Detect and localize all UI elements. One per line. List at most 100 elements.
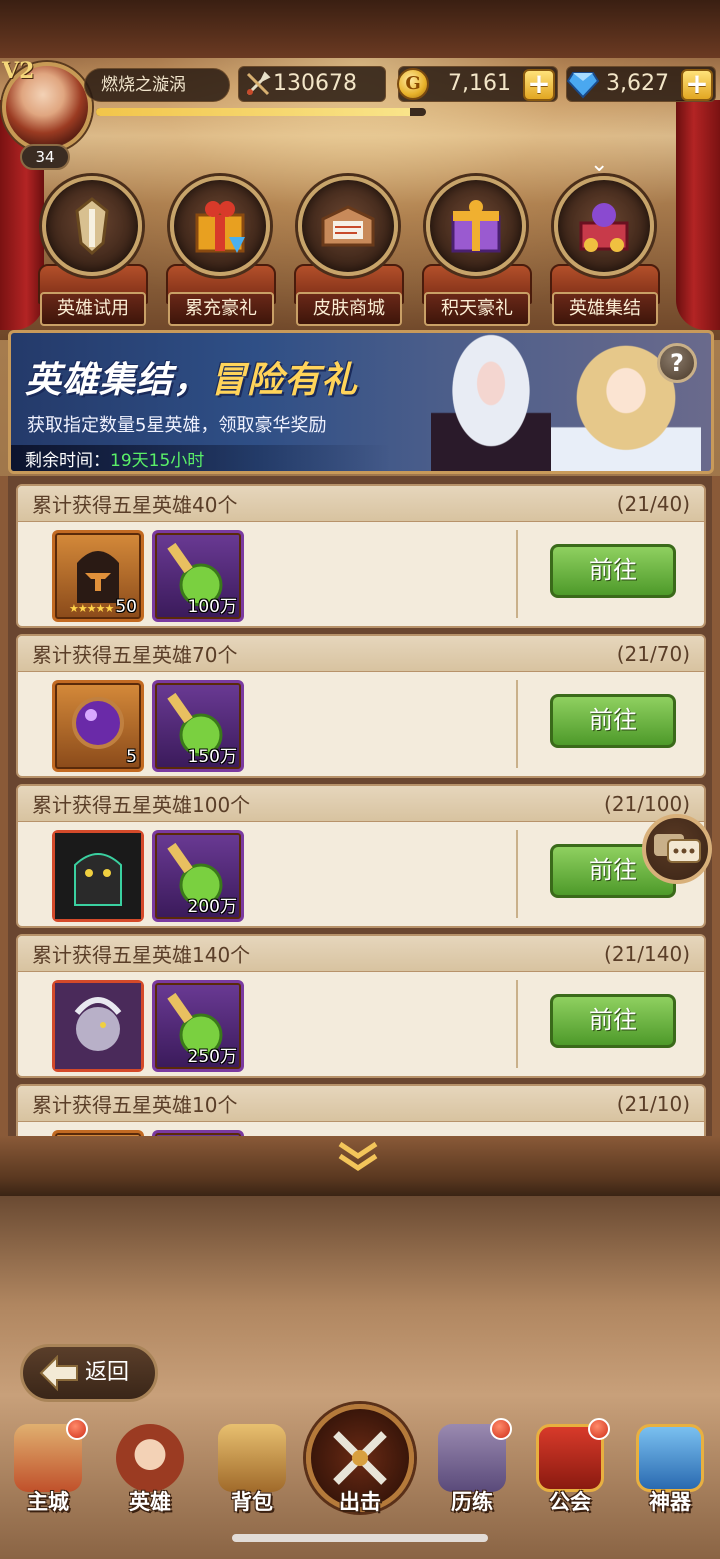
exp-bar <box>96 108 426 116</box>
divider <box>516 680 518 768</box>
gold-currency: G 7,161 + <box>397 66 558 102</box>
time-value: 19天15小时 <box>110 451 205 471</box>
task-row: 累计获得五星英雄70个 (21/70) 5 150万 前往 <box>16 634 706 778</box>
nav-guild[interactable]: 公会 <box>522 1416 618 1526</box>
time-label: 剩余时间： <box>25 451 110 471</box>
task-title: 累计获得五星英雄140个 <box>32 943 251 967</box>
banner-title: 英雄集结，冒险有礼 <box>25 351 358 403</box>
nav-label: 历练 <box>451 1490 493 1514</box>
active-event-arrow-icon: ⌄ <box>590 152 609 177</box>
add-gold-button[interactable]: + <box>523 69 555 101</box>
go-button[interactable]: 前往 <box>550 694 676 748</box>
vip-badge: V2 <box>2 58 35 84</box>
banner-subtitle: 获取指定数量5星英雄，领取豪华奖励 <box>27 415 327 436</box>
scroll-down-chevron-icon[interactable] <box>336 1138 380 1184</box>
task-progress: (21/70) <box>616 641 690 666</box>
top-valance <box>0 0 720 58</box>
back-arrow-icon <box>39 1355 78 1391</box>
nav-label: 背包 <box>231 1490 273 1514</box>
task-header: 累计获得五星英雄40个 (21/40) <box>18 486 704 522</box>
event-label: 英雄试用 <box>40 292 146 326</box>
nav-label: 神器 <box>649 1490 691 1514</box>
task-title: 累计获得五星英雄70个 <box>32 643 238 667</box>
banner-title-part: 英雄集结， <box>25 360 211 401</box>
home-indicator[interactable] <box>232 1534 488 1542</box>
reward-quantity: 5 <box>126 747 137 767</box>
nav-label: 主城 <box>27 1490 69 1514</box>
nav-training[interactable]: 历练 <box>424 1416 520 1526</box>
skin-shop-icon <box>298 176 398 276</box>
add-gem-button[interactable]: + <box>681 69 713 101</box>
curtain-right <box>676 100 720 330</box>
back-label: 返回 <box>85 1360 130 1385</box>
event-label: 累充豪礼 <box>168 292 274 326</box>
nav-hero[interactable]: 英雄 <box>102 1416 198 1526</box>
crossed-swords-icon <box>333 1431 387 1485</box>
task-body <box>18 1122 704 1136</box>
event-cumulative-recharge[interactable]: 累充豪礼 <box>166 176 276 326</box>
player-name: 燃烧之漩涡 <box>84 68 230 102</box>
event-skin-shop[interactable]: 皮肤商城 <box>294 176 404 326</box>
player-avatar-block[interactable]: V2 34 <box>0 58 100 170</box>
hero-gather-icon <box>554 176 654 276</box>
event-banner: 英雄集结，冒险有礼 获取指定数量5星英雄，领取豪华奖励 剩余时间：19天15小时… <box>8 330 714 474</box>
combat-power: 130678 <box>238 66 386 102</box>
nav-label: 英雄 <box>129 1490 171 1514</box>
gold-value: 7,161 <box>448 71 511 96</box>
divider <box>516 830 518 918</box>
reward-quantity: 100万 <box>187 597 237 617</box>
task-header: 累计获得五星英雄10个 (21/10) <box>18 1086 704 1122</box>
exp-potion-icon[interactable]: 150万 <box>152 680 244 772</box>
event-label: 英雄集结 <box>552 292 658 326</box>
go-button[interactable]: 前往 <box>550 994 676 1048</box>
hero-fragment-icon[interactable]: ★★★★★ 50 <box>52 530 144 622</box>
chat-bubble-icon[interactable] <box>642 814 712 884</box>
demon-hero-icon[interactable] <box>52 980 144 1072</box>
reward-quantity: 200万 <box>187 897 237 917</box>
event-hero-trial[interactable]: 英雄试用 <box>38 176 148 326</box>
task-progress: (21/10) <box>616 1091 690 1116</box>
nav-main-city[interactable]: 主城 <box>0 1416 96 1526</box>
dark-hero-icon[interactable] <box>52 830 144 922</box>
backpack-icon <box>218 1424 286 1492</box>
star-rating: ★★★★★ <box>69 602 114 615</box>
nav-backpack[interactable]: 背包 <box>204 1416 300 1526</box>
back-button[interactable]: 返回 <box>20 1344 158 1402</box>
exp-potion-icon[interactable]: 250万 <box>152 980 244 1072</box>
nav-attack[interactable]: 出击 <box>312 1416 408 1526</box>
event-daily-gift[interactable]: 积天豪礼 <box>422 176 532 326</box>
task-list[interactable]: 累计获得五星英雄40个 (21/40) ★★★★★ 50 100万 前往 累计获… <box>0 476 720 1136</box>
exp-potion-icon[interactable]: 100万 <box>152 530 244 622</box>
task-title: 累计获得五星英雄40个 <box>32 493 238 517</box>
remaining-time: 剩余时间：19天15小时 <box>11 445 391 471</box>
player-level: 34 <box>20 144 70 170</box>
task-row: 累计获得五星英雄10个 (21/10) <box>16 1084 706 1136</box>
exp-fill <box>96 108 410 116</box>
task-body: ★★★★★ 50 100万 前往 <box>18 522 704 626</box>
task-progress: (21/140) <box>604 941 690 966</box>
hero-icon <box>116 1424 184 1492</box>
reward-quantity: 250万 <box>187 1047 237 1067</box>
nav-artifact[interactable]: 神器 <box>622 1416 718 1526</box>
help-button[interactable]: ? <box>657 343 697 383</box>
diamond-icon <box>567 72 599 99</box>
task-title: 累计获得五星英雄10个 <box>32 1093 238 1117</box>
task-body: 200万 前往 <box>18 822 704 926</box>
exp-potion-icon[interactable]: 200万 <box>152 830 244 922</box>
task-row: 累计获得五星英雄140个 (21/140) 250万 前往 <box>16 934 706 1078</box>
notification-dot <box>588 1418 610 1440</box>
nav-label: 出击 <box>339 1490 381 1514</box>
go-button[interactable]: 前往 <box>550 544 676 598</box>
task-progress: (21/100) <box>604 791 690 816</box>
gem-currency: 3,627 + <box>566 66 716 102</box>
divider <box>516 980 518 1068</box>
task-body: 5 150万 前往 <box>18 672 704 776</box>
sword-icon <box>246 71 271 96</box>
bottom-nav: 主城 英雄 背包 出击 历练 公会 神器 <box>0 1416 720 1526</box>
daily-gift-icon <box>426 176 526 276</box>
power-value: 130678 <box>273 71 357 96</box>
event-hero-gather[interactable]: 英雄集结 <box>550 176 660 326</box>
artifact-icon <box>636 1424 704 1492</box>
gold-coin-icon: G <box>397 68 429 100</box>
purple-orb-icon[interactable]: 5 <box>52 680 144 772</box>
